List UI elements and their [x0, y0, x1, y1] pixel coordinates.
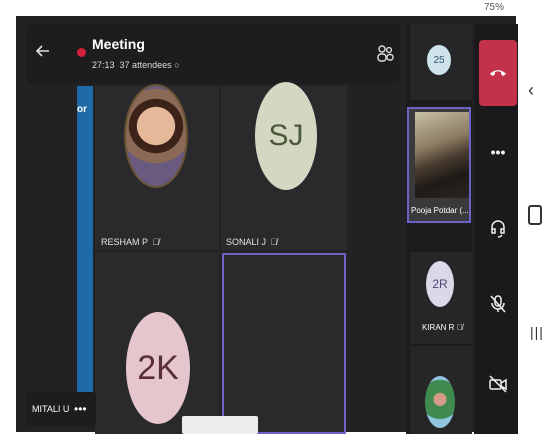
loading-icon: ○ — [174, 60, 180, 70]
avatar-resham — [124, 84, 188, 188]
mic-off-icon: 🎙̸ — [456, 323, 463, 332]
participant-name: SONALI J — [226, 237, 267, 247]
avatar-initials: SJ — [268, 119, 304, 152]
nav-recents-icon[interactable]: ||| — [530, 324, 544, 340]
video-feed-pooja — [415, 112, 469, 198]
back-arrow-icon[interactable] — [30, 38, 56, 64]
participant-name-pooja: Pooja Potdar (... — [411, 206, 469, 215]
meeting-elapsed: 27:13 — [92, 60, 115, 70]
shared-content-strip[interactable]: or — [77, 86, 93, 406]
nav-home-icon[interactable] — [528, 205, 542, 225]
leave-call-button[interactable] — [479, 40, 517, 106]
avatar-photo — [425, 376, 455, 428]
avatar-25: 25 — [427, 45, 451, 75]
avatar-initials: 2R — [432, 277, 448, 291]
avatar-2k: 2K — [126, 312, 190, 424]
participant-tile-active[interactable] — [222, 253, 346, 434]
recording-dot-icon — [77, 48, 86, 57]
mic-off-icon[interactable] — [486, 292, 510, 316]
avatar-sonali: SJ — [255, 82, 317, 190]
shared-content-label: or — [77, 104, 87, 115]
participant-name-sonali: SONALI J 🎙̸ — [226, 232, 277, 250]
nav-back-icon[interactable]: ‹ — [528, 80, 534, 101]
participant-name: RESHAM P — [101, 237, 149, 247]
self-name: MITALI U — [32, 404, 70, 414]
participant-name-resham: RESHAM P 🎙̸ — [101, 232, 159, 250]
meeting-info: 27:13 37 attendees ○ — [92, 60, 180, 70]
status-bar: 75% — [0, 0, 550, 16]
more-options-icon[interactable]: ••• — [74, 402, 87, 416]
phone-hangup-icon — [489, 64, 507, 82]
meeting-title: Meeting — [92, 36, 145, 52]
avatar-kiran: 2R — [426, 261, 454, 307]
avatar-initials: 2K — [137, 348, 179, 387]
mic-off-icon: 🎙̸ — [270, 237, 278, 247]
participant-name: KIRAN R — [422, 323, 455, 332]
mic-off-icon: 🎙̸ — [152, 237, 160, 247]
avatar-initials: 25 — [433, 54, 445, 66]
battery-level: 75% — [483, 2, 504, 13]
headset-icon[interactable] — [486, 216, 510, 240]
gesture-handle[interactable] — [182, 416, 258, 434]
camera-off-icon[interactable] — [486, 372, 510, 396]
more-horizontal-icon[interactable]: ••• — [486, 140, 510, 164]
participant-name-kiran: KIRAN R 🎙̸ — [422, 323, 463, 332]
screen-edge-left — [0, 16, 16, 434]
attendee-count[interactable]: 37 attendees — [120, 60, 172, 70]
participants-icon[interactable] — [374, 42, 396, 64]
android-nav-bar — [516, 16, 550, 434]
